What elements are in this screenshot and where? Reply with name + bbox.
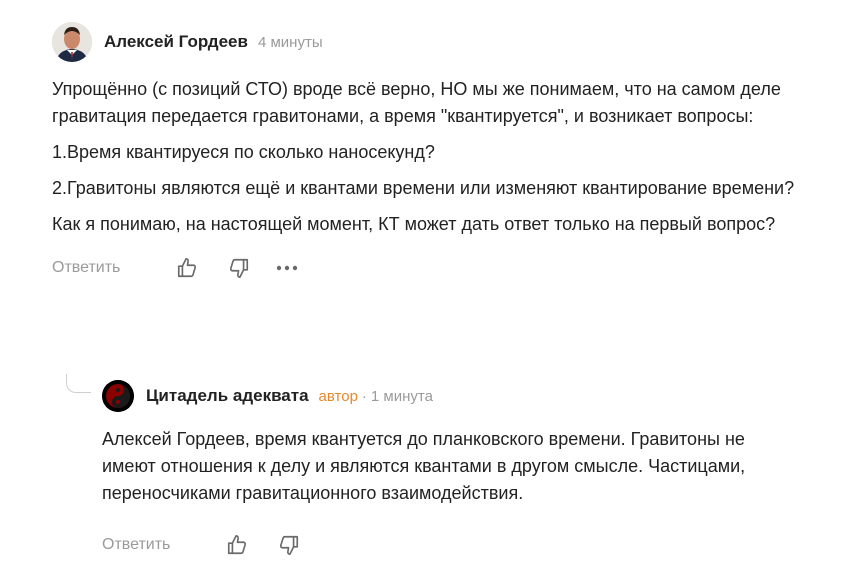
comment-paragraph: Как я понимаю, на настоящей момент, КТ м… — [52, 214, 776, 234]
author-name[interactable]: Цитадель адеквата — [146, 386, 309, 406]
thumbs-up-icon[interactable] — [226, 534, 248, 556]
reply-button[interactable]: Ответить — [102, 536, 170, 554]
avatar[interactable] — [52, 22, 92, 62]
comment-paragraph: Упрощённо (с позиций СТО) вроде всё верн… — [52, 79, 781, 126]
comment-paragraph: Алексей Гордеев, время квантуется до пла… — [102, 429, 746, 503]
reply-button[interactable]: Ответить — [52, 259, 120, 277]
comment-header: Алексей Гордеев 4 минуты — [52, 22, 832, 62]
comment-body: Алексей Гордеев, время квантуется до пла… — [102, 426, 802, 507]
comment-1: Алексей Гордеев 4 минуты Упрощённо (с по… — [52, 22, 832, 282]
author-name[interactable]: Алексей Гордеев — [104, 32, 248, 52]
thumbs-down-icon[interactable] — [228, 257, 250, 279]
comment-2-reply: Цитадель адеквата автор · 1 минута Алекс… — [102, 376, 802, 559]
comment-paragraph: 1.Время квантируеся по сколько наносекун… — [52, 142, 435, 162]
author-badge: автор — [318, 387, 358, 405]
comment-actions: Ответить — [52, 254, 832, 282]
comment-actions: Ответить — [102, 531, 802, 559]
thumbs-down-icon[interactable] — [278, 534, 300, 556]
comment-header: Цитадель адеквата автор · 1 минута — [102, 376, 802, 416]
person-icon — [52, 22, 92, 62]
more-icon[interactable] — [276, 264, 298, 272]
meta-separator: · — [361, 387, 367, 405]
comment-body: Упрощённо (с позиций СТО) вроде всё верн… — [52, 76, 832, 238]
comment-paragraph: 2.Гравитоны являются ещё и квантами врем… — [52, 178, 795, 198]
avatar[interactable] — [102, 380, 134, 412]
thumbs-up-icon[interactable] — [176, 257, 198, 279]
reply-thread-line — [66, 374, 91, 393]
yin-yang-icon — [102, 380, 134, 412]
comment-time: 4 минуты — [257, 33, 323, 51]
comment-time: 1 минута — [370, 387, 433, 405]
